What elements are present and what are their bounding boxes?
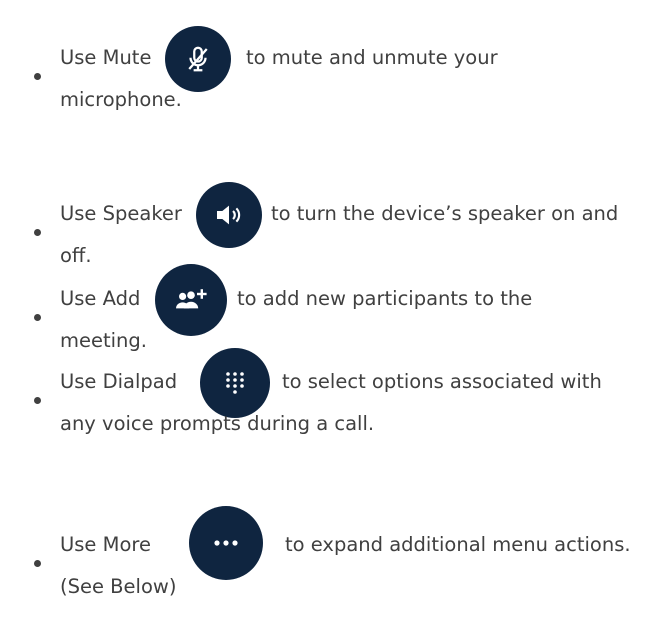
dialpad-instruction-suffix: to select options associated with [282,370,602,393]
bullet [34,73,41,80]
more-instruction-line2: (See Below) [60,575,177,598]
add-instruction-suffix: to add new participants to the [237,287,533,310]
add-instruction-line2: meeting. [60,329,147,352]
more-icon [189,506,263,580]
bullet [34,229,41,236]
add-people-icon [155,264,227,336]
dialpad-instruction-prefix: Use Dialpad [60,370,178,393]
speaker-instruction-line2: off. [60,244,92,267]
mute-instruction-line2: microphone. [60,88,182,111]
dialpad-icon [200,348,270,418]
speaker-instruction-suffix: to turn the device’s speaker on and [271,202,619,225]
bullet [34,397,41,404]
mute-instruction-prefix: Use Mute [60,46,152,69]
bullet [34,314,41,321]
mute-instruction-suffix: to mute and unmute your [246,46,498,69]
bullet [34,560,41,567]
dialpad-instruction-line2: any voice prompts during a call. [60,412,375,435]
speaker-instruction-prefix: Use Speaker [60,202,182,225]
more-instruction-suffix: to expand additional menu actions. [285,533,631,556]
more-instruction-prefix: Use More [60,533,151,556]
microphone-off-icon [165,26,231,92]
add-instruction-prefix: Use Add [60,287,141,310]
speaker-icon [196,182,262,248]
